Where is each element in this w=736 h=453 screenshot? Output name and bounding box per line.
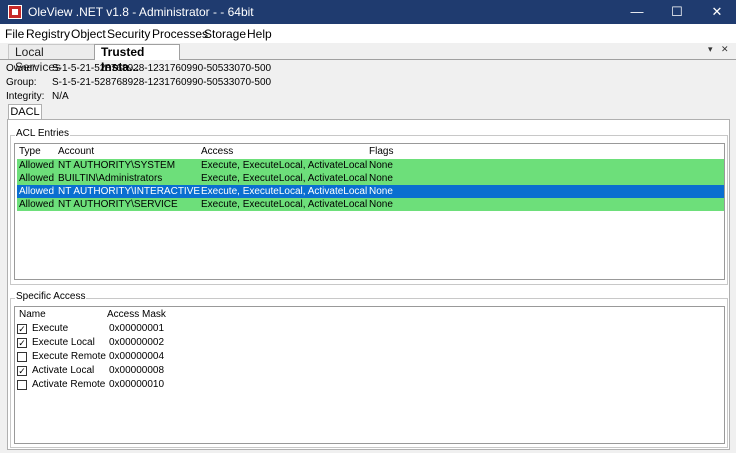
tab-trusted-installer[interactable]: Trusted Insta... <box>94 44 180 74</box>
owner-value: S-1-5-21-528768928-1231760990-50533070-5… <box>52 63 272 74</box>
acl-cell-type: Allowed <box>19 173 55 184</box>
acl-cell-account: BUILTIN\Administrators <box>58 173 163 184</box>
acl-cell-type: Allowed <box>19 199 55 210</box>
acl-cell-type: Allowed <box>19 160 55 171</box>
access-name: Activate Local <box>32 365 95 376</box>
acl-cell-access: Execute, ExecuteLocal, ActivateLocal <box>201 173 368 184</box>
acl-row[interactable]: Allowed NT AUTHORITY\SERVICE Execute, Ex… <box>17 198 724 211</box>
access-col-mask[interactable]: Access Mask <box>107 309 166 320</box>
access-col-name[interactable]: Name <box>19 309 46 320</box>
access-checkbox[interactable] <box>17 352 27 362</box>
access-row[interactable]: Activate Remote 0x00000010 <box>17 378 217 392</box>
acl-cell-flags: None <box>369 173 393 184</box>
acl-row[interactable]: Allowed NT AUTHORITY\SYSTEM Execute, Exe… <box>17 159 724 172</box>
acl-cell-account: NT AUTHORITY\SERVICE <box>58 199 178 210</box>
owner-label: Owner: <box>6 63 39 74</box>
acl-col-flags[interactable]: Flags <box>369 146 393 157</box>
acl-cell-flags: None <box>369 199 393 210</box>
acl-list[interactable]: Type Account Access Flags Allowed NT AUT… <box>14 143 725 280</box>
access-name: Execute <box>32 323 69 334</box>
specific-access-label: Specific Access <box>15 291 87 302</box>
access-row[interactable]: ✓ Execute Local 0x00000002 <box>17 336 217 350</box>
menu-registry[interactable]: Registry <box>26 27 70 41</box>
integrity-value: N/A <box>52 91 69 102</box>
access-mask: 0x00000001 <box>109 323 165 334</box>
acl-col-access[interactable]: Access <box>201 146 233 157</box>
acl-cell-type: Allowed <box>19 186 55 197</box>
acl-cell-access: Execute, ExecuteLocal, ActivateLocal <box>201 186 368 197</box>
access-checkbox[interactable] <box>17 380 27 390</box>
access-name: Activate Remote <box>32 379 106 390</box>
acl-col-type[interactable]: Type <box>19 146 41 157</box>
access-checkbox[interactable]: ✓ <box>17 338 27 348</box>
access-mask: 0x00000010 <box>109 379 165 390</box>
acl-cell-access: Execute, ExecuteLocal, ActivateLocal <box>201 199 368 210</box>
access-name: Execute Local <box>32 337 95 348</box>
window-title: OleView .NET v1.8 - Administrator - - 64… <box>28 5 254 19</box>
access-mask: 0x00000002 <box>109 337 165 348</box>
access-mask: 0x00000008 <box>109 365 165 376</box>
tab-local-services[interactable]: Local Services <box>8 44 94 74</box>
integrity-label: Integrity: <box>6 91 45 102</box>
app-icon <box>8 5 22 19</box>
access-checkbox[interactable]: ✓ <box>17 366 27 376</box>
title-bar: OleView .NET v1.8 - Administrator - - 64… <box>0 0 736 24</box>
menu-storage[interactable]: Storage <box>204 27 246 41</box>
menu-help[interactable]: Help <box>247 27 272 41</box>
acl-row[interactable]: Allowed BUILTIN\Administrators Execute, … <box>17 172 724 185</box>
access-checkbox[interactable]: ✓ <box>17 324 27 334</box>
group-label: Group: <box>6 77 37 88</box>
group-value: S-1-5-21-528768928-1231760990-50533070-5… <box>52 77 272 88</box>
menu-file[interactable]: File <box>5 27 24 41</box>
menu-processes[interactable]: Processes <box>152 27 208 41</box>
close-button[interactable]: ✕ <box>694 0 736 24</box>
document-tab-strip: Local Services Trusted Insta... ▾ ✕ <box>0 43 736 74</box>
menu-security[interactable]: Security <box>107 27 150 41</box>
acl-row-selected[interactable]: Allowed NT AUTHORITY\INTERACTIVE Execute… <box>17 185 724 198</box>
tab-close-icon[interactable]: ✕ <box>721 44 729 55</box>
acl-col-account[interactable]: Account <box>58 146 94 157</box>
menu-bar: File Registry Object Security Processes … <box>0 24 736 43</box>
menu-object[interactable]: Object <box>71 27 106 41</box>
acl-cell-account: NT AUTHORITY\SYSTEM <box>58 160 176 171</box>
access-row[interactable]: ✓ Execute 0x00000001 <box>17 322 217 336</box>
specific-access-list[interactable]: Name Access Mask ✓ Execute 0x00000001 ✓ … <box>14 306 725 444</box>
access-name: Execute Remote <box>32 351 106 362</box>
acl-cell-flags: None <box>369 160 393 171</box>
access-mask: 0x00000004 <box>109 351 165 362</box>
access-row[interactable]: Execute Remote 0x00000004 <box>17 350 217 364</box>
tab-list-dropdown-icon[interactable]: ▾ <box>708 44 713 55</box>
acl-cell-flags: None <box>369 186 393 197</box>
acl-entries-label: ACL Entries <box>15 128 70 139</box>
acl-cell-access: Execute, ExecuteLocal, ActivateLocal <box>201 160 368 171</box>
acl-cell-account: NT AUTHORITY\INTERACTIVE <box>58 186 201 197</box>
access-row[interactable]: ✓ Activate Local 0x00000008 <box>17 364 217 378</box>
